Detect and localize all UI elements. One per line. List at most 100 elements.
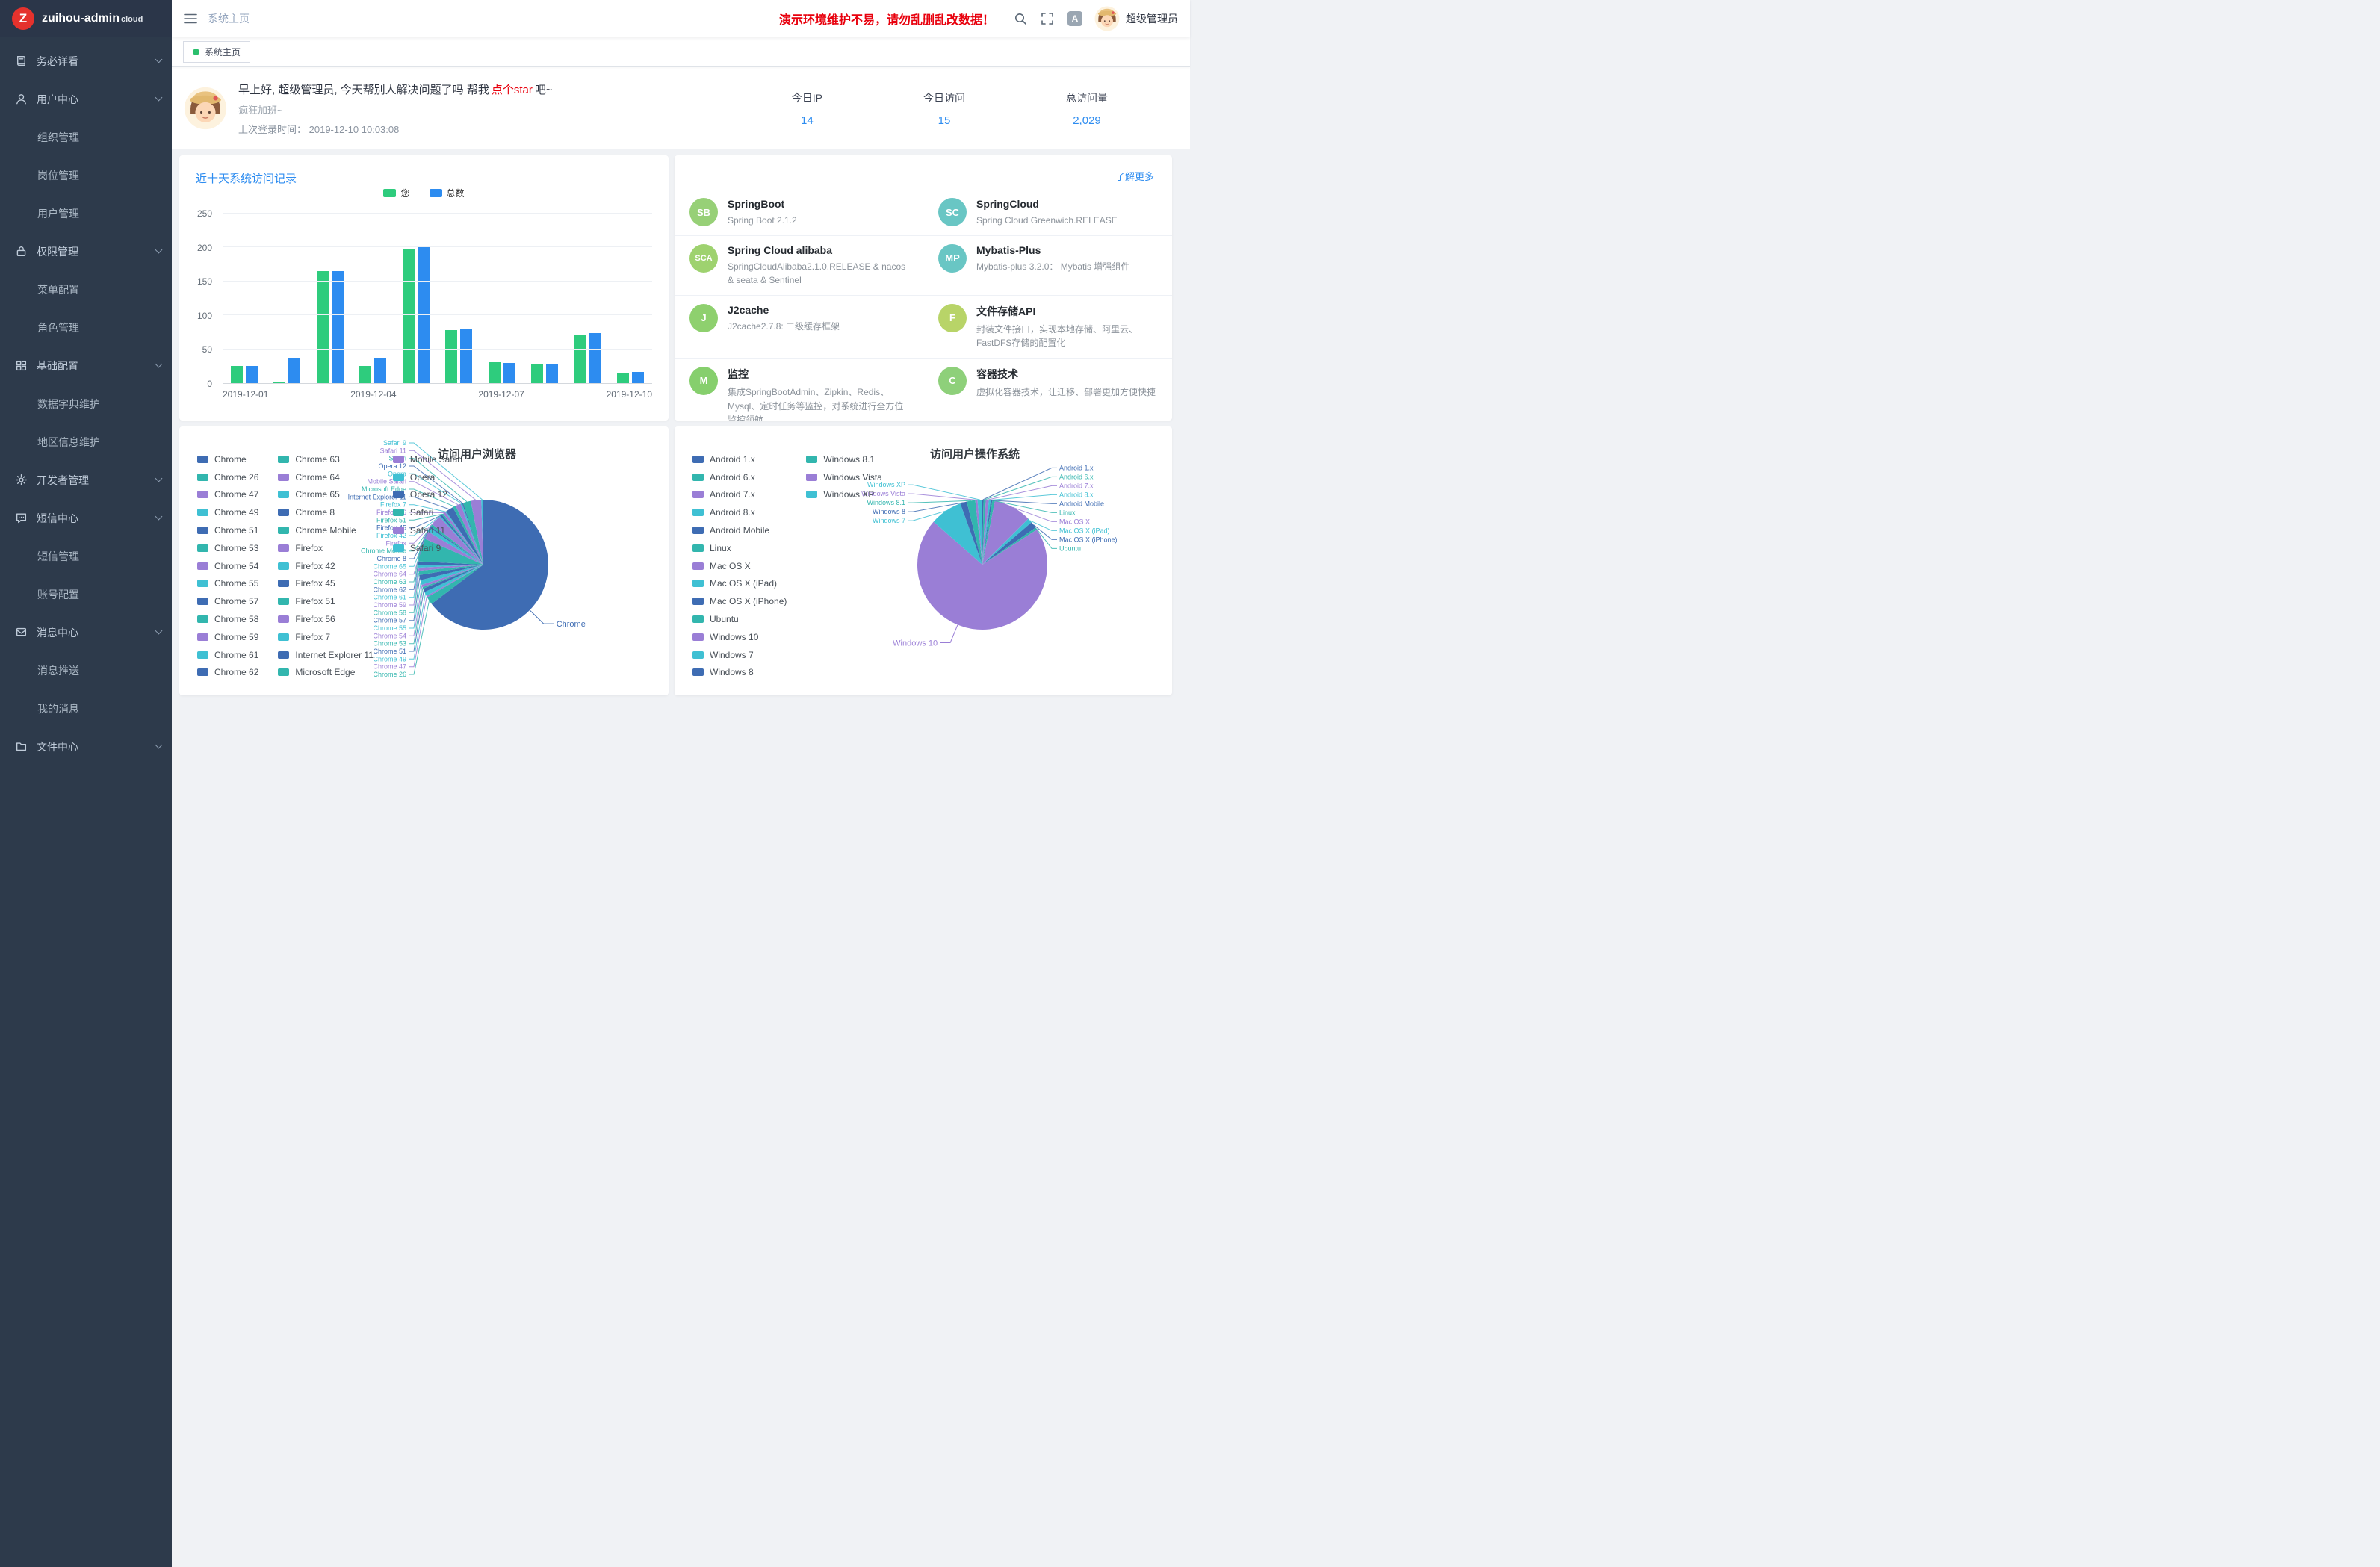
legend-item-Firefox[interactable]: Firefox [278,539,374,557]
legend-item-Android 1.x[interactable]: Android 1.x [692,450,787,468]
legend-item-Chrome 57[interactable]: Chrome 57 [197,592,258,610]
legend-label: Android 7.x [710,489,755,500]
sidebar-item-12[interactable]: 短信中心 [0,499,172,537]
legend-item-Chrome 51[interactable]: Chrome 51 [197,521,258,539]
sidebar-subitem-2[interactable]: 组织管理 [0,118,172,156]
sidebar-subitem-9[interactable]: 数据字典维护 [0,385,172,423]
legend-item-Chrome 63[interactable]: Chrome 63 [278,450,374,468]
bar-您-2019-12-09 [574,335,586,383]
sidebar-item-18[interactable]: 文件中心 [0,727,172,766]
pie-label: Safari 9 [383,439,406,447]
sidebar-subitem-3[interactable]: 岗位管理 [0,156,172,194]
legend-label: Chrome 59 [214,632,258,642]
legend-item-Chrome 53[interactable]: Chrome 53 [197,539,258,557]
legend-item-Android 8.x[interactable]: Android 8.x [692,503,787,521]
legend-item-Chrome 8[interactable]: Chrome 8 [278,503,374,521]
star-link[interactable]: 点个star [492,84,533,96]
legend-swatch [197,580,208,587]
legend-item-Android 7.x[interactable]: Android 7.x [692,486,787,504]
stat-value: 15 [923,114,965,127]
logo-letter: Z [19,11,27,26]
legend-item-Chrome 55[interactable]: Chrome 55 [197,575,258,593]
legend-item-Chrome 64[interactable]: Chrome 64 [278,468,374,486]
sidebar-item-8[interactable]: 基础配置 [0,347,172,385]
font-size-icon[interactable]: A [1067,11,1082,26]
legend-item-Firefox 45[interactable]: Firefox 45 [278,575,374,593]
bar-group-2019-12-09 [566,333,610,383]
legend-item-Chrome 54[interactable]: Chrome 54 [197,557,258,575]
search-icon[interactable] [1014,12,1027,25]
legend-item-Firefox 56[interactable]: Firefox 56 [278,610,374,628]
legend-item-Chrome 26[interactable]: Chrome 26 [197,468,258,486]
sidebar-subitem-17[interactable]: 我的消息 [0,689,172,727]
sidebar-subitem-13[interactable]: 短信管理 [0,537,172,575]
last-login-label: 上次登录时间： [238,124,306,135]
sidebar-subitem-6[interactable]: 菜单配置 [0,270,172,308]
legend-item-Firefox 51[interactable]: Firefox 51 [278,592,374,610]
grid-icon [15,359,28,372]
legend-label: Chrome 26 [214,472,258,482]
legend-label: Internet Explorer 11 [295,650,374,660]
legend-item-Chrome Mobile[interactable]: Chrome Mobile [278,521,374,539]
legend-item-Chrome 49[interactable]: Chrome 49 [197,503,258,521]
legend-item-Firefox 7[interactable]: Firefox 7 [278,628,374,646]
sidebar-subitem-14[interactable]: 账号配置 [0,575,172,613]
legend-item-Opera 12[interactable]: Opera 12 [393,486,462,504]
legend-item-Windows 8.1[interactable]: Windows 8.1 [806,450,881,468]
legend-item-Windows XP[interactable]: Windows XP [806,486,881,504]
user-avatar[interactable] [1094,6,1120,31]
legend-item-总数[interactable]: 总数 [430,187,465,199]
sidebar-subitem-16[interactable]: 消息推送 [0,651,172,689]
legend-item-Safari 11[interactable]: Safari 11 [393,521,462,539]
legend-item-Safari[interactable]: Safari [393,503,462,521]
fullscreen-icon[interactable] [1041,12,1054,25]
hamburger-icon[interactable] [184,13,197,25]
legend-swatch [393,456,404,463]
legend-item-Linux[interactable]: Linux [692,539,787,557]
sidebar-subitem-7[interactable]: 角色管理 [0,308,172,347]
legend-item-Mac OS X[interactable]: Mac OS X [692,557,787,575]
legend-item-Chrome 47[interactable]: Chrome 47 [197,486,258,504]
legend-item-Opera[interactable]: Opera [393,468,462,486]
gridline [223,246,652,247]
legend-item-Mac OS X (iPad)[interactable]: Mac OS X (iPad) [692,575,787,593]
legend-item-Android Mobile[interactable]: Android Mobile [692,521,787,539]
legend-item-Internet Explorer 11[interactable]: Internet Explorer 11 [278,646,374,664]
breadcrumb[interactable]: 系统主页 [208,11,250,26]
legend-item-Microsoft Edge[interactable]: Microsoft Edge [278,664,374,682]
legend-item-Chrome 59[interactable]: Chrome 59 [197,628,258,646]
legend-swatch [692,562,704,570]
menu-label: 数据字典维护 [37,397,100,412]
username[interactable]: 超级管理员 [1126,11,1178,26]
legend-item-Chrome 58[interactable]: Chrome 58 [197,610,258,628]
tab-home[interactable]: 系统主页 [183,41,250,63]
sidebar-item-0[interactable]: 务必详看 [0,42,172,80]
legend-item-Safari 9[interactable]: Safari 9 [393,539,462,557]
legend-item-Chrome 61[interactable]: Chrome 61 [197,646,258,664]
legend-item-Windows 10[interactable]: Windows 10 [692,628,787,646]
welcome-panel: 早上好, 超级管理员, 今天帮别人解决问题了吗 帮我点个star吧~ 疯狂加班~… [172,67,1190,149]
sidebar-item-1[interactable]: 用户中心 [0,80,172,118]
sidebar-item-5[interactable]: 权限管理 [0,232,172,270]
legend-item-Android 6.x[interactable]: Android 6.x [692,468,787,486]
legend-item-Chrome 65[interactable]: Chrome 65 [278,486,374,504]
legend-item-Mac OS X (iPhone)[interactable]: Mac OS X (iPhone) [692,592,787,610]
legend-item-Ubuntu[interactable]: Ubuntu [692,610,787,628]
legend-item-Chrome 62[interactable]: Chrome 62 [197,664,258,682]
legend-item-Windows 8[interactable]: Windows 8 [692,664,787,682]
bar-chart-title: 近十天系统访问记录 [196,170,297,186]
sidebar-item-15[interactable]: 消息中心 [0,613,172,651]
legend-item-Firefox 42[interactable]: Firefox 42 [278,557,374,575]
chevron-down-icon [155,56,163,63]
legend-item-Windows 7[interactable]: Windows 7 [692,646,787,664]
sidebar-subitem-4[interactable]: 用户管理 [0,194,172,232]
legend-item-Windows Vista[interactable]: Windows Vista [806,468,881,486]
legend-swatch [197,456,208,463]
legend-item-Chrome[interactable]: Chrome [197,450,258,468]
folder-icon [15,740,28,753]
legend-item-您[interactable]: 您 [383,187,409,199]
feature-desc: Spring Cloud Greenwich.RELEASE [976,214,1118,228]
learn-more-link[interactable]: 了解更多 [1115,169,1154,183]
sidebar-subitem-10[interactable]: 地区信息维护 [0,423,172,461]
sidebar-item-11[interactable]: 开发者管理 [0,461,172,499]
